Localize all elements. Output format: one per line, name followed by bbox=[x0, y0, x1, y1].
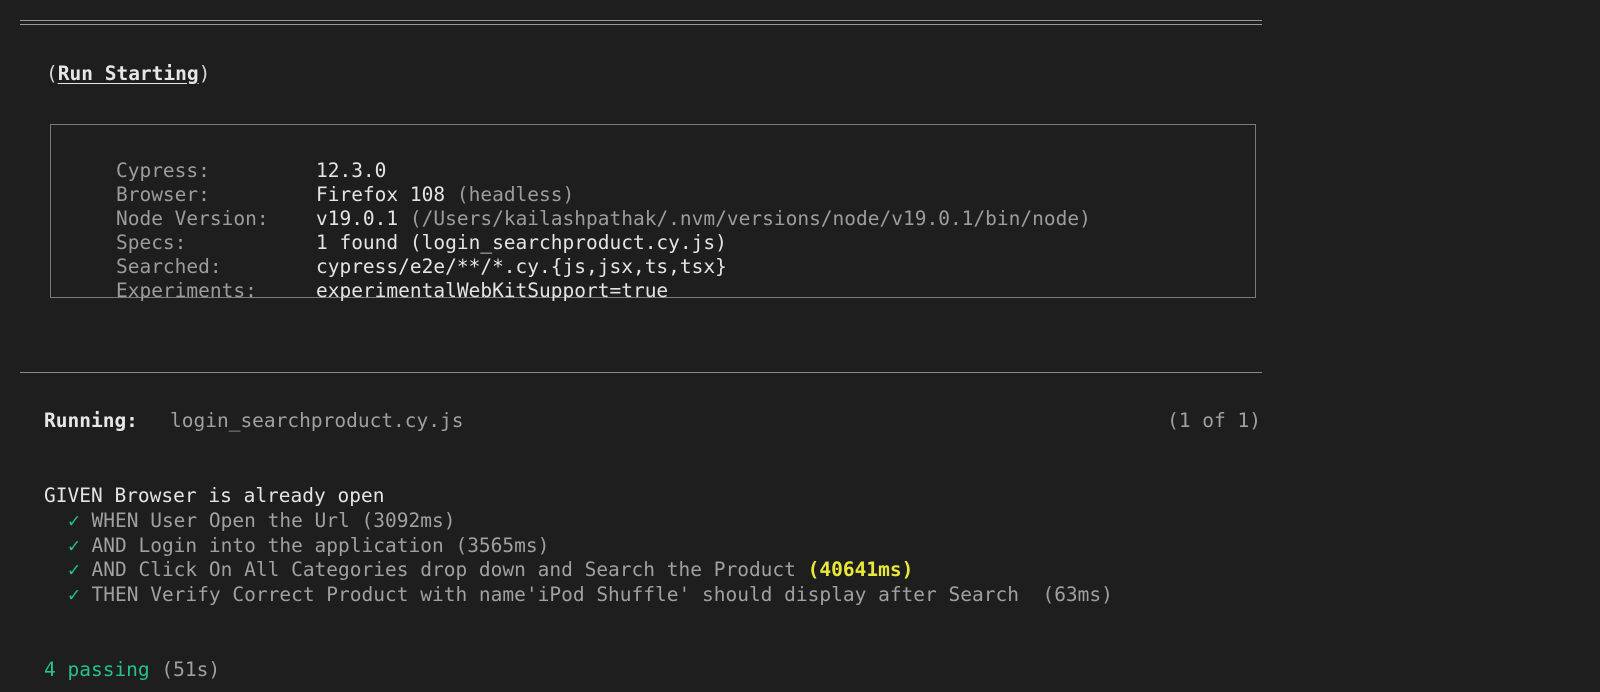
passing-time: (51s) bbox=[161, 658, 221, 681]
run-info-box: Cypress: 12.3.0 Browser: Firefox 108 (head… bbox=[50, 124, 1256, 302]
test-title: AND Login into the application bbox=[91, 534, 444, 557]
test-duration-slow: (40641ms) bbox=[807, 558, 914, 581]
test-duration: (63ms) bbox=[1042, 583, 1113, 606]
run-starting-label: Run Starting bbox=[57, 62, 199, 85]
check-icon: ✓ bbox=[68, 534, 80, 557]
test-row: ✓ WHEN User Open the Url (3092ms) bbox=[68, 509, 455, 533]
check-icon: ✓ bbox=[68, 509, 80, 532]
test-title: AND Click On All Categories drop down an… bbox=[91, 558, 796, 581]
test-duration: (3092ms) bbox=[361, 509, 456, 532]
running-spec-count: (1 of 1) bbox=[1167, 409, 1261, 432]
info-row-experiments: Experiments: experimentalWebKitSupport=tr… bbox=[69, 255, 668, 302]
passing-summary: 4 passing (51s) bbox=[44, 658, 220, 682]
info-row-cypress: Cypress: 12.3.0 bbox=[69, 135, 386, 182]
run-starting-heading: (Run Starting) bbox=[46, 62, 210, 86]
top-double-divider bbox=[20, 20, 1262, 25]
check-icon: ✓ bbox=[68, 558, 80, 581]
running-spec-name: login_searchproduct.cy.js bbox=[170, 409, 464, 432]
info-label: Experiments: bbox=[115, 279, 257, 302]
test-row: ✓ AND Login into the application (3565ms… bbox=[68, 534, 549, 558]
check-icon: ✓ bbox=[68, 583, 80, 606]
info-row-specs: Specs: 1 found (login_searchproduct.cy.js… bbox=[69, 207, 727, 254]
test-duration: (3565ms) bbox=[455, 534, 550, 557]
passing-count: 4 passing bbox=[44, 658, 150, 681]
test-title: THEN Verify Correct Product with name'iP… bbox=[91, 583, 1031, 606]
test-row: ✓ AND Click On All Categories drop down … bbox=[68, 558, 913, 582]
running-label: Running: bbox=[44, 409, 138, 432]
run-starting-close-paren: ) bbox=[198, 62, 211, 85]
info-value: experimentalWebKitSupport=true bbox=[315, 279, 669, 302]
info-row-node-version: Node Version: v19.0.1 (/Users/kailashpath… bbox=[69, 183, 1091, 230]
test-title: WHEN User Open the Url bbox=[91, 509, 350, 532]
suite-title: GIVEN Browser is already open bbox=[44, 484, 385, 507]
section-divider bbox=[20, 372, 1262, 373]
info-row-browser: Browser: Firefox 108 (headless) bbox=[69, 159, 574, 206]
test-row: ✓ THEN Verify Correct Product with name'… bbox=[68, 583, 1113, 607]
info-row-searched: Searched: cypress/e2e/**/*.cy.{js,jsx,ts,… bbox=[69, 231, 727, 278]
run-starting-open-paren: ( bbox=[46, 62, 58, 85]
